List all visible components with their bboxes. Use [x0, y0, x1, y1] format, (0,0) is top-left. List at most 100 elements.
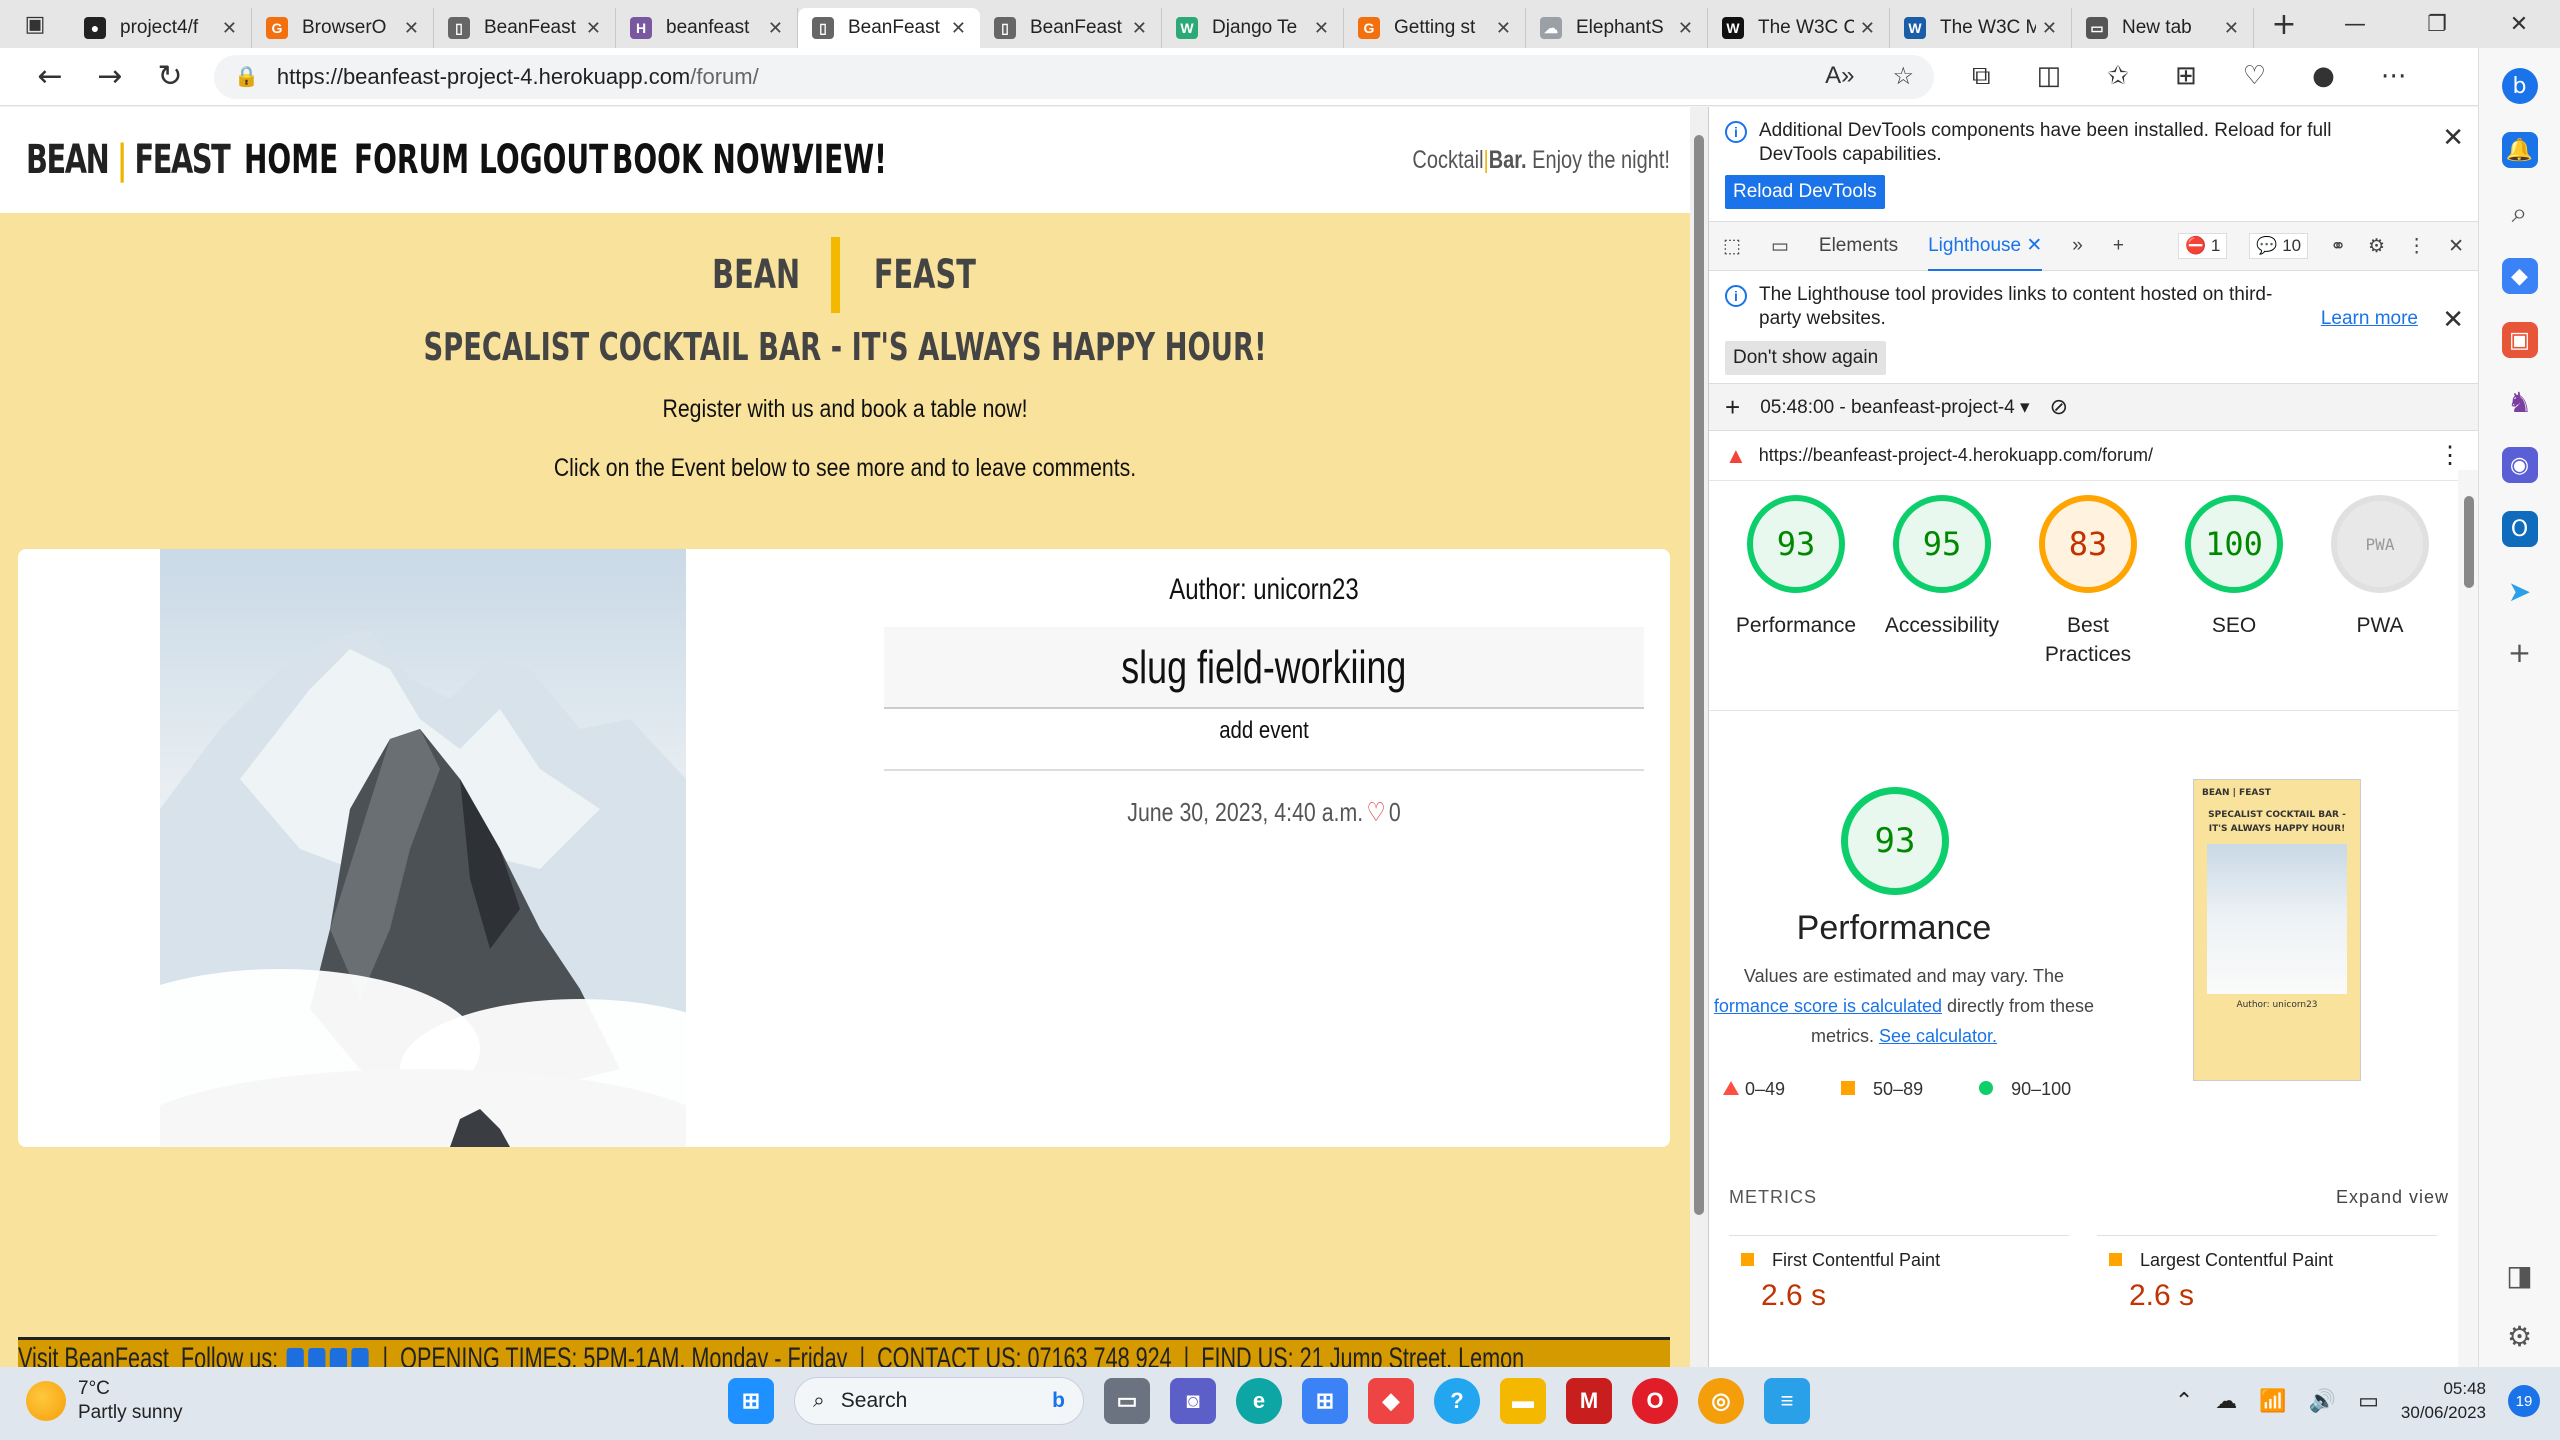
close-banner-icon[interactable]: ✕: [2442, 124, 2464, 150]
windows-start-icon[interactable]: ⊞: [728, 1378, 774, 1424]
collections-icon[interactable]: ⊞: [2175, 61, 2197, 92]
search-icon[interactable]: ⌕: [2512, 196, 2528, 230]
copilot-icon[interactable]: b: [2501, 68, 2538, 104]
minimize-icon[interactable]: —: [2314, 12, 2396, 37]
sidebar-layout-icon[interactable]: ◨: [2506, 1259, 2532, 1292]
reload-devtools-button[interactable]: Reload DevTools: [1725, 175, 1885, 209]
gauge-pwa[interactable]: PWA PWA: [2307, 495, 2453, 710]
instagram-icon[interactable]: [329, 1347, 347, 1367]
nav-book-now[interactable]: BOOK NOW!: [612, 137, 803, 183]
browser-tab[interactable]: ▯ BeanFeast ✕: [798, 8, 980, 48]
connect-icon[interactable]: ⚭: [2330, 235, 2346, 258]
favorite-star-icon[interactable]: ☆: [1892, 62, 1914, 91]
devtools-kebab-icon[interactable]: ⋮: [2407, 235, 2426, 258]
edge-browser-icon[interactable]: e: [1236, 1378, 1282, 1424]
tab-elements[interactable]: Elements: [1819, 235, 1898, 257]
event-image[interactable]: [80, 549, 760, 1147]
gauge-performance[interactable]: 93 Performance: [1723, 495, 1869, 710]
close-devtools-icon[interactable]: ✕: [2448, 235, 2464, 258]
dont-show-again-button[interactable]: Don't show again: [1725, 341, 1887, 375]
browser-tab[interactable]: G Getting st ✕: [1344, 8, 1526, 48]
split-screen-icon[interactable]: ◫: [2037, 61, 2062, 92]
event-card[interactable]: Author: unicorn23 slug field-workiing ad…: [18, 549, 1670, 1147]
tab-actions-icon[interactable]: ▣: [0, 0, 70, 48]
lock-icon[interactable]: 🔒: [234, 64, 259, 89]
settings-gear-icon[interactable]: ⚙: [2368, 235, 2385, 258]
page-scroll-thumb[interactable]: [1694, 135, 1704, 1215]
onedrive-icon[interactable]: ☁: [2215, 1388, 2237, 1414]
help-icon[interactable]: ?: [1434, 1378, 1480, 1424]
calculator-link[interactable]: See calculator.: [1879, 1026, 1997, 1046]
nav-logout[interactable]: LOGOUT: [479, 137, 608, 183]
new-tab-button[interactable]: +: [2254, 7, 2314, 42]
nav-forum[interactable]: FORUM: [354, 137, 469, 183]
close-notice-icon[interactable]: ✕: [2442, 306, 2464, 332]
tab-close-icon[interactable]: ✕: [1132, 18, 1147, 39]
weather-widget[interactable]: 7°C Partly sunny: [26, 1377, 183, 1425]
games-icon[interactable]: ♞: [2507, 386, 2532, 419]
browser-essentials-icon[interactable]: ♡: [2243, 61, 2266, 92]
file-explorer-icon[interactable]: ▬: [1500, 1378, 1546, 1424]
heart-icon[interactable]: ♡: [1366, 797, 1385, 828]
event-title[interactable]: slug field-workiing: [1121, 640, 1406, 694]
more-tabs-icon[interactable]: »: [2072, 235, 2083, 257]
devtools-scroll-thumb[interactable]: [2464, 496, 2474, 588]
gauge-best-practices[interactable]: 83 Best Practices: [2015, 495, 2161, 710]
twitter-icon[interactable]: [307, 1347, 326, 1367]
add-sidebar-app-icon[interactable]: +: [2508, 636, 2531, 669]
sidebar-settings-icon[interactable]: ⚙: [2507, 1320, 2532, 1353]
browser-tab[interactable]: G BrowserO ✕: [252, 8, 434, 48]
refresh-icon[interactable]: ↻: [140, 59, 200, 94]
tab-close-icon[interactable]: ✕: [2224, 18, 2239, 39]
task-view-icon[interactable]: ▭: [1104, 1378, 1150, 1424]
errors-badge[interactable]: ⛔ 1: [2177, 233, 2228, 259]
browser-tab[interactable]: ▯ BeanFeast ✕: [434, 8, 616, 48]
nav-home[interactable]: HOME: [244, 137, 338, 183]
page-screenshot-thumbnail[interactable]: BEAN | FEAST SPECALIST COCKTAIL BAR - IT…: [2193, 779, 2361, 1081]
antivirus-icon[interactable]: M: [1566, 1378, 1612, 1424]
opera-icon[interactable]: O: [1632, 1378, 1678, 1424]
teams-chat-icon[interactable]: ◙: [1170, 1378, 1216, 1424]
learn-more-link[interactable]: Learn more: [2321, 307, 2418, 331]
browser-tab[interactable]: W The W3C M ✕: [1890, 8, 2072, 48]
site-brand[interactable]: BEAN | FEAST: [26, 137, 231, 183]
tab-close-icon[interactable]: ✕: [1496, 18, 1511, 39]
clock[interactable]: 05:48 30/06/2023: [2401, 1377, 2486, 1425]
new-report-icon[interactable]: +: [1725, 392, 1740, 423]
tray-chevron-icon[interactable]: ⌃: [2175, 1388, 2193, 1414]
clear-report-icon[interactable]: ⊘: [2050, 394, 2068, 420]
browser-tab[interactable]: ▯ BeanFeast ✕: [980, 8, 1162, 48]
outlook-icon[interactable]: O: [2501, 511, 2538, 547]
tab-close-icon[interactable]: ✕: [1678, 18, 1693, 39]
tab-close-icon[interactable]: ✕: [586, 18, 601, 39]
tools-icon[interactable]: ▣: [2501, 322, 2538, 358]
browser-tab[interactable]: W The W3C C ✕: [1708, 8, 1890, 48]
back-icon[interactable]: ←: [20, 59, 80, 94]
wifi-icon[interactable]: 📶: [2259, 1388, 2286, 1414]
notification-bell-icon[interactable]: 🔔: [2501, 132, 2538, 168]
taskbar-search[interactable]: ⌕ Search b: [794, 1377, 1084, 1425]
add-tab-icon[interactable]: +: [2113, 235, 2124, 257]
forward-icon[interactable]: →: [80, 59, 140, 94]
battery-icon[interactable]: ▭: [2358, 1388, 2379, 1414]
app-red-icon[interactable]: ◆: [1368, 1378, 1414, 1424]
microsoft365-icon[interactable]: ◉: [2501, 447, 2538, 483]
tab-close-icon[interactable]: ✕: [951, 18, 966, 39]
event-title-box[interactable]: slug field-workiing: [884, 627, 1644, 709]
favorites-icon[interactable]: ✩: [2107, 61, 2129, 92]
tab-close-icon[interactable]: ✕: [222, 18, 237, 39]
messages-badge[interactable]: 💬 10: [2249, 233, 2309, 259]
browser-tab[interactable]: ☁ ElephantS ✕: [1526, 8, 1708, 48]
device-toggle-icon[interactable]: ▭: [1771, 235, 1789, 258]
address-bar[interactable]: 🔒 https://beanfeast-project-4.herokuapp.…: [214, 54, 1934, 99]
shopping-icon[interactable]: ◆: [2501, 258, 2538, 294]
extensions-icon[interactable]: ⧉: [1972, 61, 1991, 92]
browser-tab[interactable]: Hbeanfeast ✕: [616, 8, 798, 48]
tab-close-icon[interactable]: ✕: [1860, 18, 1875, 39]
page-scrollbar[interactable]: [1690, 107, 1708, 1367]
notepad-icon[interactable]: ≡: [1764, 1378, 1810, 1424]
tab-close-icon[interactable]: ✕: [2042, 18, 2057, 39]
close-window-icon[interactable]: ✕: [2478, 12, 2560, 37]
profile-icon[interactable]: ●: [2312, 61, 2335, 92]
inspect-icon[interactable]: ⬚: [1723, 235, 1741, 258]
